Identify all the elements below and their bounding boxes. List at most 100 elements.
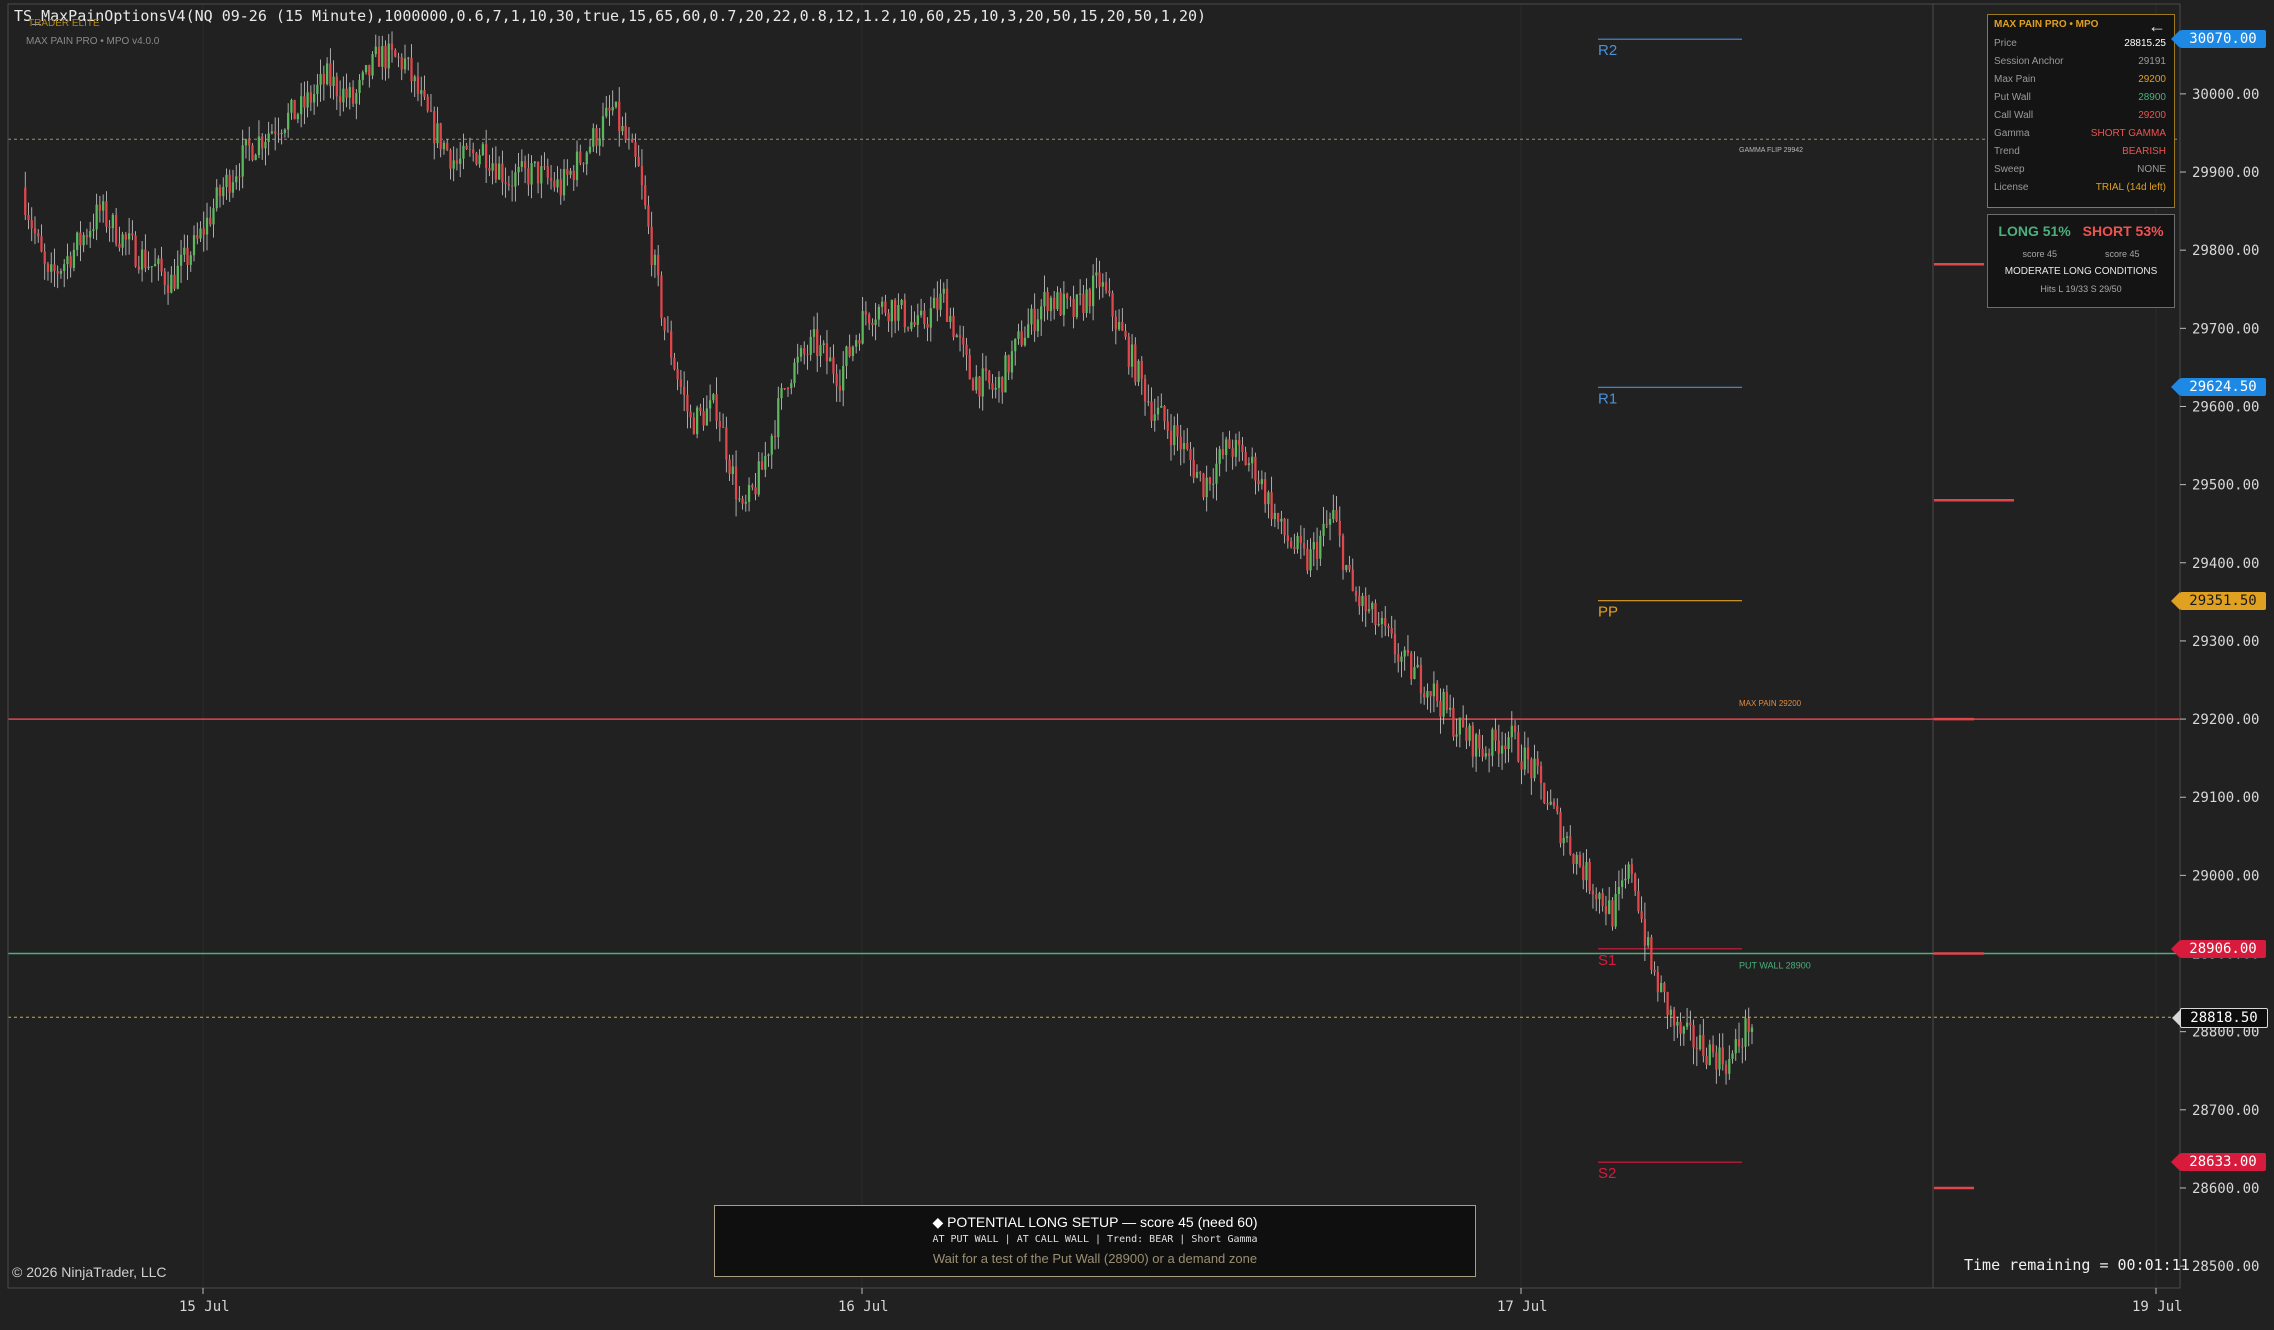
info-panel-title: MAX PAIN PRO • MPO: [1994, 19, 2099, 30]
candle-body: [997, 376, 1001, 388]
pivot-label-r1: R1: [1598, 390, 1617, 407]
candle-body: [1319, 535, 1322, 559]
y-tick-label: 29300.00: [2192, 634, 2259, 650]
candle-body: [46, 263, 50, 272]
candle-body: [1731, 1053, 1734, 1059]
candle-body: [556, 179, 559, 188]
y-tick-label: 29900.00: [2192, 165, 2259, 181]
candle-body: [446, 142, 449, 151]
candle-body: [958, 335, 962, 338]
candle-body: [1474, 734, 1478, 757]
candle-body: [1338, 520, 1341, 536]
candle-body: [1046, 291, 1049, 312]
info-row-gamma: Gamma SHORT GAMMA: [1994, 128, 2166, 144]
candle-body: [618, 101, 621, 132]
candle-body: [1160, 406, 1163, 408]
candle-body: [283, 129, 287, 134]
candle-body: [754, 487, 757, 495]
candle-body: [1523, 747, 1526, 770]
candle-body: [799, 348, 803, 357]
candle-body: [1565, 836, 1569, 838]
info-key: Max Pain: [1994, 74, 2036, 85]
candle-body: [1750, 1027, 1754, 1033]
candle-body: [1212, 483, 1215, 485]
candle-body: [1124, 330, 1127, 337]
long-probability: LONG 51%: [1998, 223, 2071, 239]
candle-body: [627, 138, 631, 140]
candle-body: [1358, 596, 1361, 606]
candle-body: [757, 461, 760, 495]
short-score: score 45: [2104, 249, 2140, 259]
watermark: TRADER ELITE: [28, 18, 100, 29]
candle-body: [1695, 1047, 1698, 1050]
candle-body: [533, 161, 536, 164]
candle-body: [215, 187, 218, 209]
price-tag: 28818.50: [2172, 1008, 2268, 1029]
candle-body: [903, 299, 906, 328]
candle-body: [137, 266, 140, 270]
candle-body: [1497, 740, 1500, 754]
candle-body: [170, 274, 173, 293]
candle-body: [1289, 541, 1293, 547]
candle-body: [261, 136, 264, 149]
candle-body: [491, 163, 494, 171]
candle-body: [1208, 477, 1212, 485]
info-value: 29191: [2138, 56, 2166, 67]
candle-body: [1078, 293, 1082, 295]
candle-body: [1179, 436, 1182, 450]
candle-body: [420, 90, 423, 94]
candle-body: [611, 107, 614, 111]
candle-body: [1134, 344, 1137, 382]
candle-body: [803, 348, 806, 355]
candle-body: [1309, 549, 1312, 571]
candle-body: [410, 57, 413, 82]
candle-body: [520, 161, 523, 167]
candle-body: [183, 247, 186, 255]
candle-body: [705, 408, 708, 426]
candle-body: [832, 357, 835, 374]
arrow-left-icon[interactable]: ←: [2148, 16, 2166, 37]
candle-body: [1244, 452, 1247, 465]
candle-body: [861, 311, 864, 344]
candle-body: [1371, 602, 1374, 610]
candle-body: [1312, 542, 1315, 550]
candle-body: [1578, 854, 1582, 866]
candle-body: [1432, 683, 1436, 697]
info-row-sweep: Sweep NONE: [1994, 164, 2166, 180]
candle-body: [1176, 425, 1179, 437]
info-key: Gamma: [1994, 128, 2030, 139]
candle-body: [497, 163, 501, 180]
candle-body: [1231, 448, 1234, 457]
candle-body: [254, 154, 257, 161]
candle-body: [1254, 456, 1257, 481]
candle-body: [377, 46, 381, 67]
candle-body: [1351, 569, 1354, 592]
candle-body: [1341, 535, 1345, 571]
setup-title: ◆ POTENTIAL LONG SETUP — score 45 (need …: [932, 1214, 1258, 1230]
candle-body: [1393, 633, 1397, 655]
candle-body: [179, 254, 183, 266]
candle-body: [1215, 463, 1218, 484]
candle-body: [163, 271, 166, 285]
candle-body: [588, 146, 592, 153]
candle-body: [1595, 894, 1598, 900]
candle-body: [1744, 1018, 1747, 1047]
candle-body: [897, 305, 900, 321]
candle-body: [364, 65, 368, 73]
info-key: Put Wall: [1994, 92, 2031, 103]
candle-body: [342, 88, 345, 103]
candle-body: [945, 288, 949, 323]
candle-body: [858, 340, 861, 344]
candle-body: [1043, 291, 1046, 307]
candle-body: [124, 234, 128, 240]
candle-body: [296, 114, 300, 120]
candle-body: [926, 324, 929, 328]
candle-body: [1049, 297, 1053, 312]
candle-body: [1426, 691, 1429, 698]
candle-body: [1377, 624, 1380, 626]
candle-body: [1487, 753, 1491, 756]
candle-body: [1442, 691, 1445, 717]
candle-body: [368, 65, 371, 76]
candle-body: [777, 398, 780, 438]
price-chart[interactable]: R2 GAMMA FLIP 29942 R1 PP MAX PAIN 29200 S1 PU…: [0, 0, 2274, 1330]
